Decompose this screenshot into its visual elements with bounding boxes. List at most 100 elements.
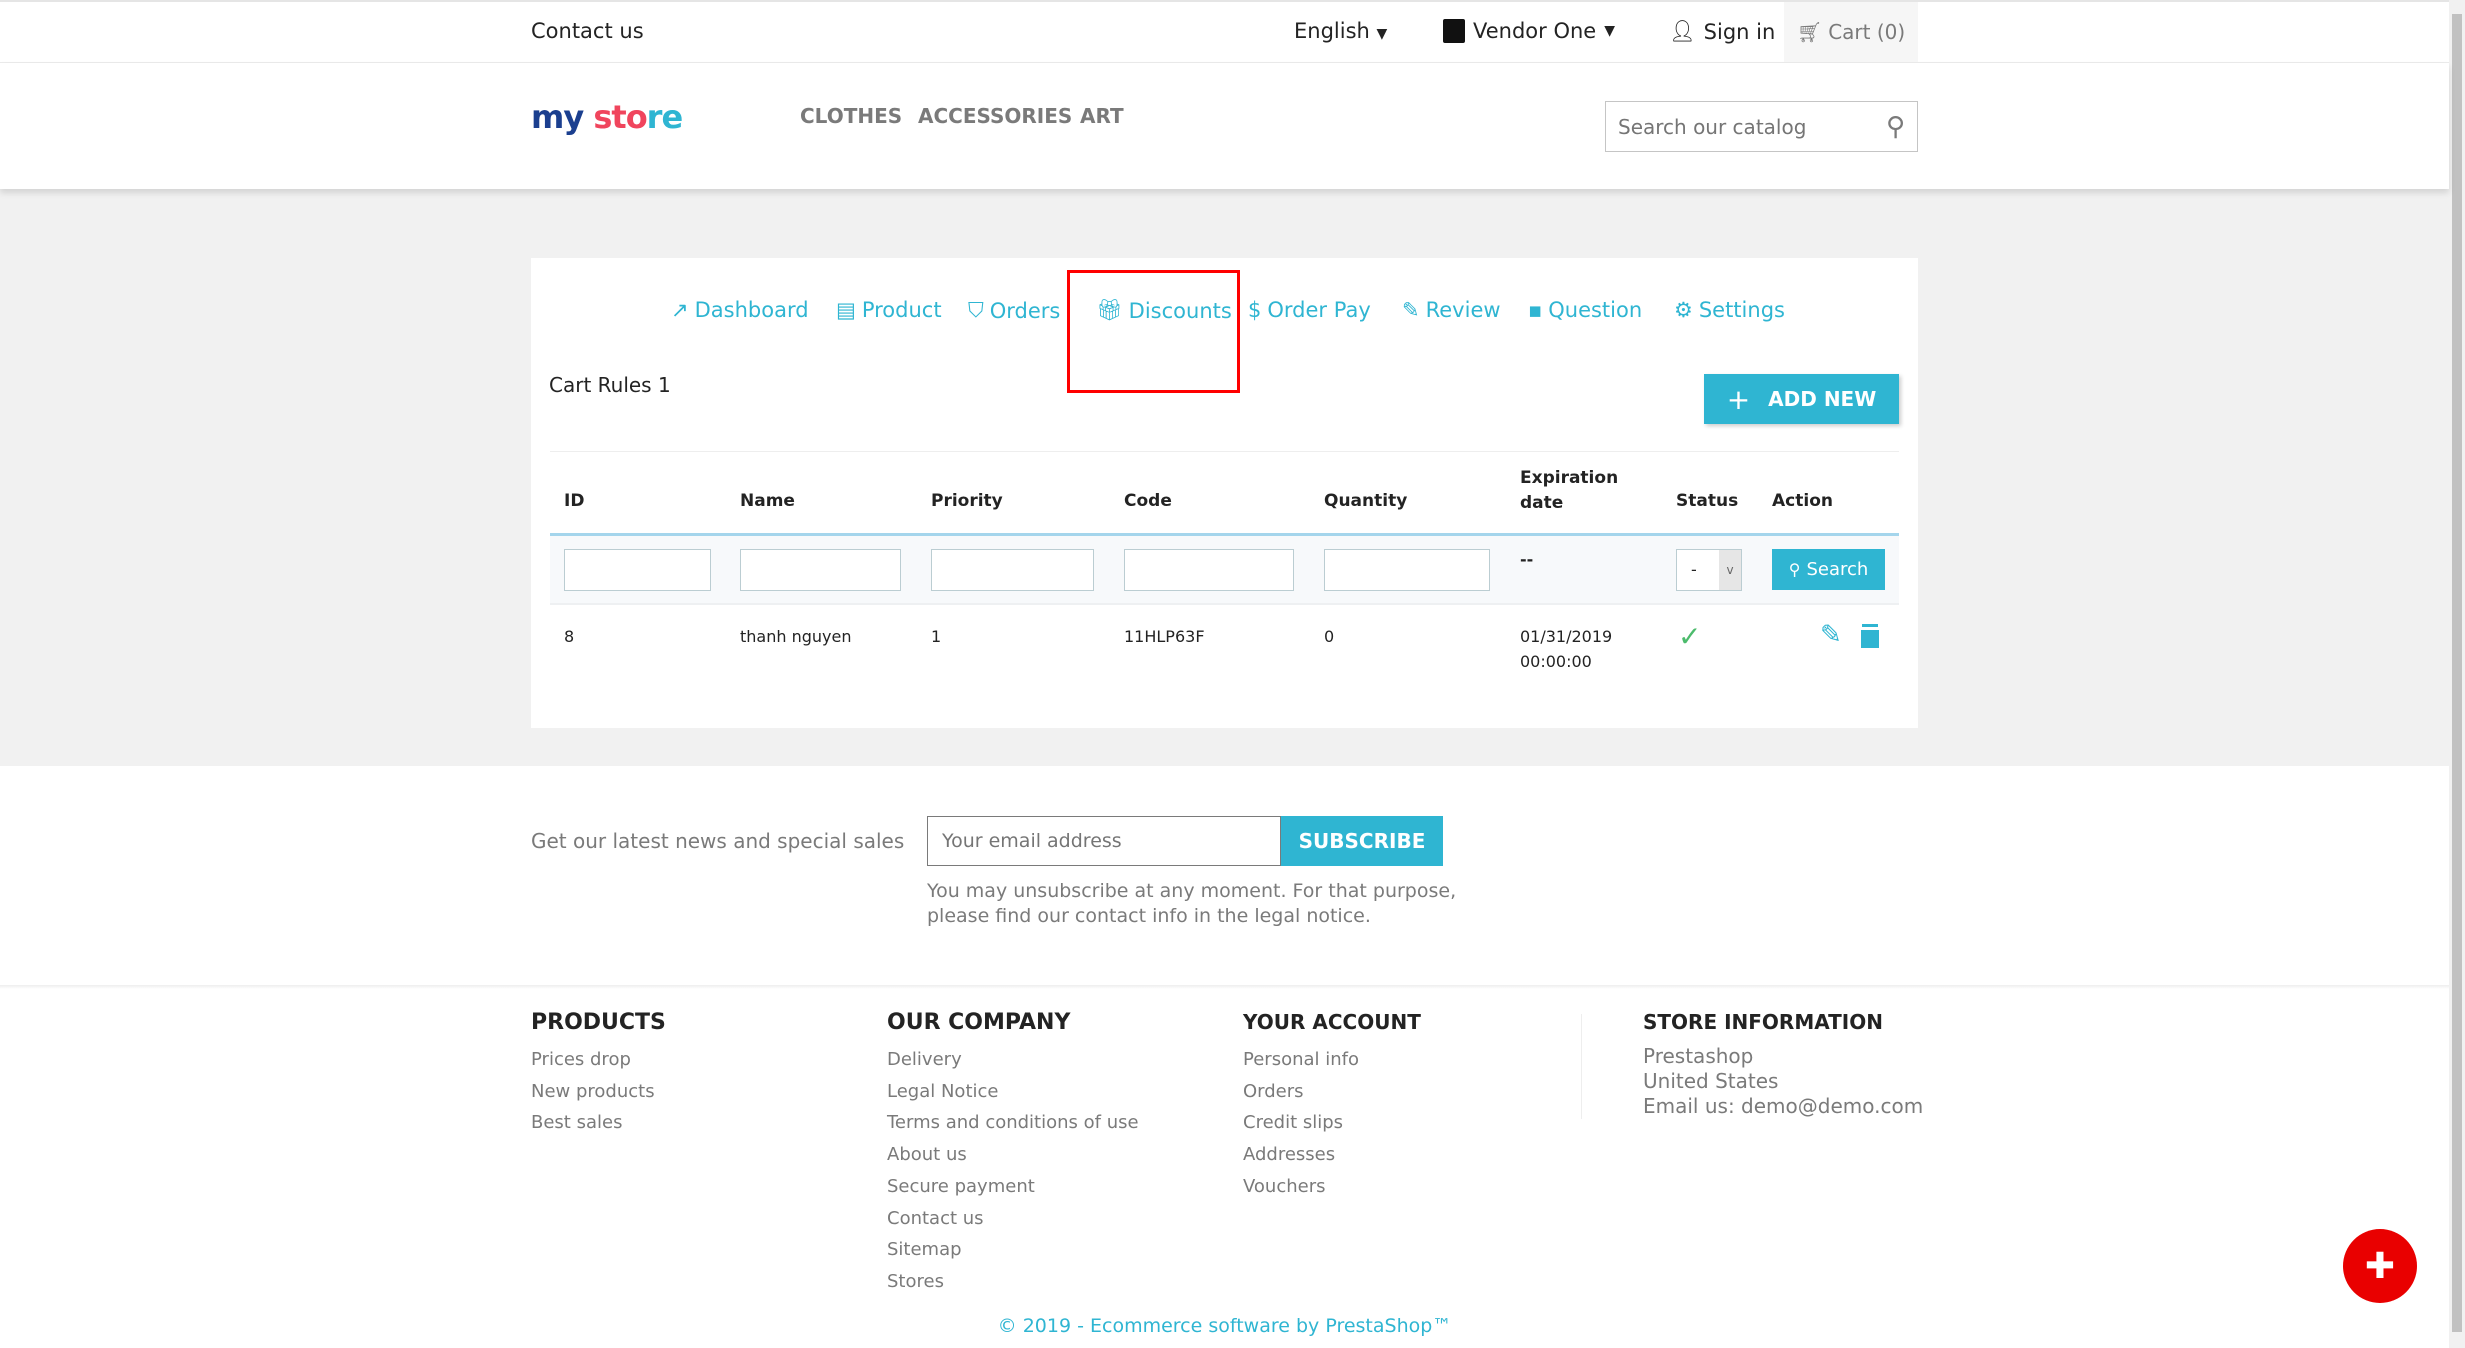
filter-code-input[interactable] (1124, 549, 1294, 591)
tab-settings[interactable]: ⚙ Settings (1674, 298, 1785, 322)
caret-down-icon: ▼ (1604, 23, 1615, 39)
filter-status-select[interactable]: -v (1676, 549, 1742, 591)
email-input[interactable] (927, 816, 1281, 866)
tab-orders[interactable]: ⛉ Orders (968, 298, 1060, 323)
footer-store-title: STORE INFORMATION (1643, 1010, 1883, 1034)
cell-quantity: 0 (1324, 627, 1335, 646)
top-bar (0, 0, 2449, 63)
plus-icon: + (1726, 382, 1751, 416)
footer-link[interactable]: Secure payment (887, 1176, 1035, 1197)
nav-accessories[interactable]: ACCESSORIES (918, 104, 1072, 128)
sign-in-label: Sign in (1703, 19, 1776, 44)
footer-link[interactable]: Addresses (1243, 1144, 1335, 1165)
language-label: English (1294, 19, 1370, 43)
user-icon: 👤︎ (1669, 19, 1696, 43)
footer-link[interactable]: Prices drop (531, 1049, 631, 1070)
column-header[interactable]: Name (740, 491, 795, 511)
search-icon[interactable]: ⚲ (1886, 112, 1905, 142)
column-header[interactable]: Action (1772, 491, 1833, 511)
chat-plus-icon: ✚ (2364, 1245, 2396, 1287)
cart-label: Cart (0) (1828, 20, 1906, 44)
nav-clothes[interactable]: CLOTHES (800, 104, 902, 128)
tab-label: Review (1425, 298, 1501, 322)
tab-question[interactable]: ▪ Question (1528, 298, 1642, 322)
column-header[interactable]: Code (1124, 491, 1172, 511)
trash-icon[interactable] (1861, 627, 1879, 648)
footer-link[interactable]: Credit slips (1243, 1112, 1343, 1133)
tab-label: Order Pay (1267, 298, 1371, 322)
cart-icon: 🛒︎ (1796, 20, 1823, 44)
footer-link[interactable]: Vouchers (1243, 1176, 1326, 1197)
tab-order-pay[interactable]: $ Order Pay (1248, 298, 1371, 322)
store-info-line: Prestashop (1643, 1044, 1754, 1068)
chat-icon: ▪ (1528, 298, 1543, 322)
add-new-button[interactable]: + ADD NEW (1704, 374, 1899, 424)
footer-link[interactable]: Sitemap (887, 1239, 962, 1260)
header: my store CLOTHES ACCESSORIES ART ⚲ (0, 63, 2449, 189)
search-button[interactable]: ⚲ Search (1772, 549, 1885, 590)
basket-icon: ⛉ (968, 298, 984, 322)
footer-link[interactable]: Terms and conditions of use (887, 1112, 1139, 1133)
column-header[interactable]: Quantity (1324, 491, 1407, 511)
filter-expiration: -- (1520, 550, 1534, 569)
cell-expiration-date: 01/31/2019 (1520, 627, 1613, 646)
status-select-value: - (1691, 560, 1697, 579)
newsletter-note-1: You may unsubscribe at any moment. For t… (927, 880, 1457, 902)
subscribe-button[interactable]: SUBSCRIBE (1281, 816, 1443, 866)
footer-link[interactable]: About us (887, 1144, 967, 1165)
store-info-line: Email us: demo@demo.com (1643, 1094, 1924, 1118)
footer-link[interactable]: Best sales (531, 1112, 622, 1133)
contact-us-link[interactable]: Contact us (531, 19, 644, 43)
newsletter-note-2: please find our contact info in the lega… (927, 905, 1371, 927)
scrollbar[interactable] (2449, 0, 2465, 1348)
footer-link[interactable]: New products (531, 1081, 655, 1102)
nav-art[interactable]: ART (1080, 104, 1124, 128)
footer-link[interactable]: Contact us (887, 1208, 984, 1229)
check-icon[interactable]: ✓ (1678, 620, 1701, 653)
footer-link[interactable]: Personal info (1243, 1049, 1359, 1070)
cell-expiration-time: 00:00:00 (1520, 652, 1592, 671)
tab-label: Settings (1698, 298, 1785, 322)
footer-account-title: YOUR ACCOUNT (1243, 1010, 1421, 1034)
language-dropdown[interactable]: English ▼ (1294, 19, 1387, 43)
column-header[interactable]: Expiration date (1520, 466, 1630, 516)
edit-icon[interactable]: ✎ (1820, 620, 1842, 650)
store-icon: ▤ (836, 298, 856, 322)
chat-support-button[interactable]: ✚ (2343, 1229, 2417, 1303)
review-icon: ✎ (1402, 298, 1420, 322)
footer-company-title: OUR COMPANY (887, 1010, 1071, 1035)
filter-name-input[interactable] (740, 549, 901, 591)
tab-dashboard[interactable]: ↗ Dashboard (671, 298, 809, 322)
column-header[interactable]: Status (1676, 491, 1738, 511)
scrollbar-thumb[interactable] (2452, 14, 2462, 1332)
tab-review[interactable]: ✎ Review (1402, 298, 1501, 322)
copyright-link[interactable]: © 2019 - Ecommerce software by PrestaSho… (0, 1315, 2449, 1337)
footer-link[interactable]: Orders (1243, 1081, 1304, 1102)
vendor-dropdown[interactable]: Vendor One ▼ (1443, 19, 1615, 43)
highlight-box (1067, 270, 1240, 393)
tab-product[interactable]: ▤ Product (836, 298, 942, 322)
search-label: Search (1806, 559, 1869, 580)
cart-button[interactable]: 🛒︎ Cart (0) (1784, 2, 1918, 62)
column-header[interactable]: ID (564, 491, 584, 511)
filter-priority-input[interactable] (931, 549, 1094, 591)
add-new-label: ADD NEW (1768, 387, 1877, 411)
chevron-down-icon: v (1719, 550, 1741, 590)
store-logo[interactable]: my store (531, 98, 683, 136)
cell-name: thanh nguyen (740, 627, 852, 646)
footer-link[interactable]: Legal Notice (887, 1081, 998, 1102)
search-box[interactable]: ⚲ (1605, 101, 1918, 152)
sign-in-link[interactable]: 👤︎ Sign in (1669, 19, 1775, 44)
tab-label: Question (1548, 298, 1643, 322)
filter-quantity-input[interactable] (1324, 549, 1490, 591)
footer-link[interactable]: Stores (887, 1271, 944, 1292)
divider (550, 451, 1899, 452)
filter-id-input[interactable] (564, 549, 711, 591)
search-input[interactable] (1618, 114, 1886, 139)
tab-label: Orders (989, 298, 1061, 323)
column-header[interactable]: Priority (931, 491, 1003, 511)
footer-link[interactable]: Delivery (887, 1049, 962, 1070)
cart-rules-title: Cart Rules 1 (549, 373, 671, 397)
trend-icon: ↗ (671, 298, 689, 322)
footer-products-title: PRODUCTS (531, 1010, 666, 1035)
